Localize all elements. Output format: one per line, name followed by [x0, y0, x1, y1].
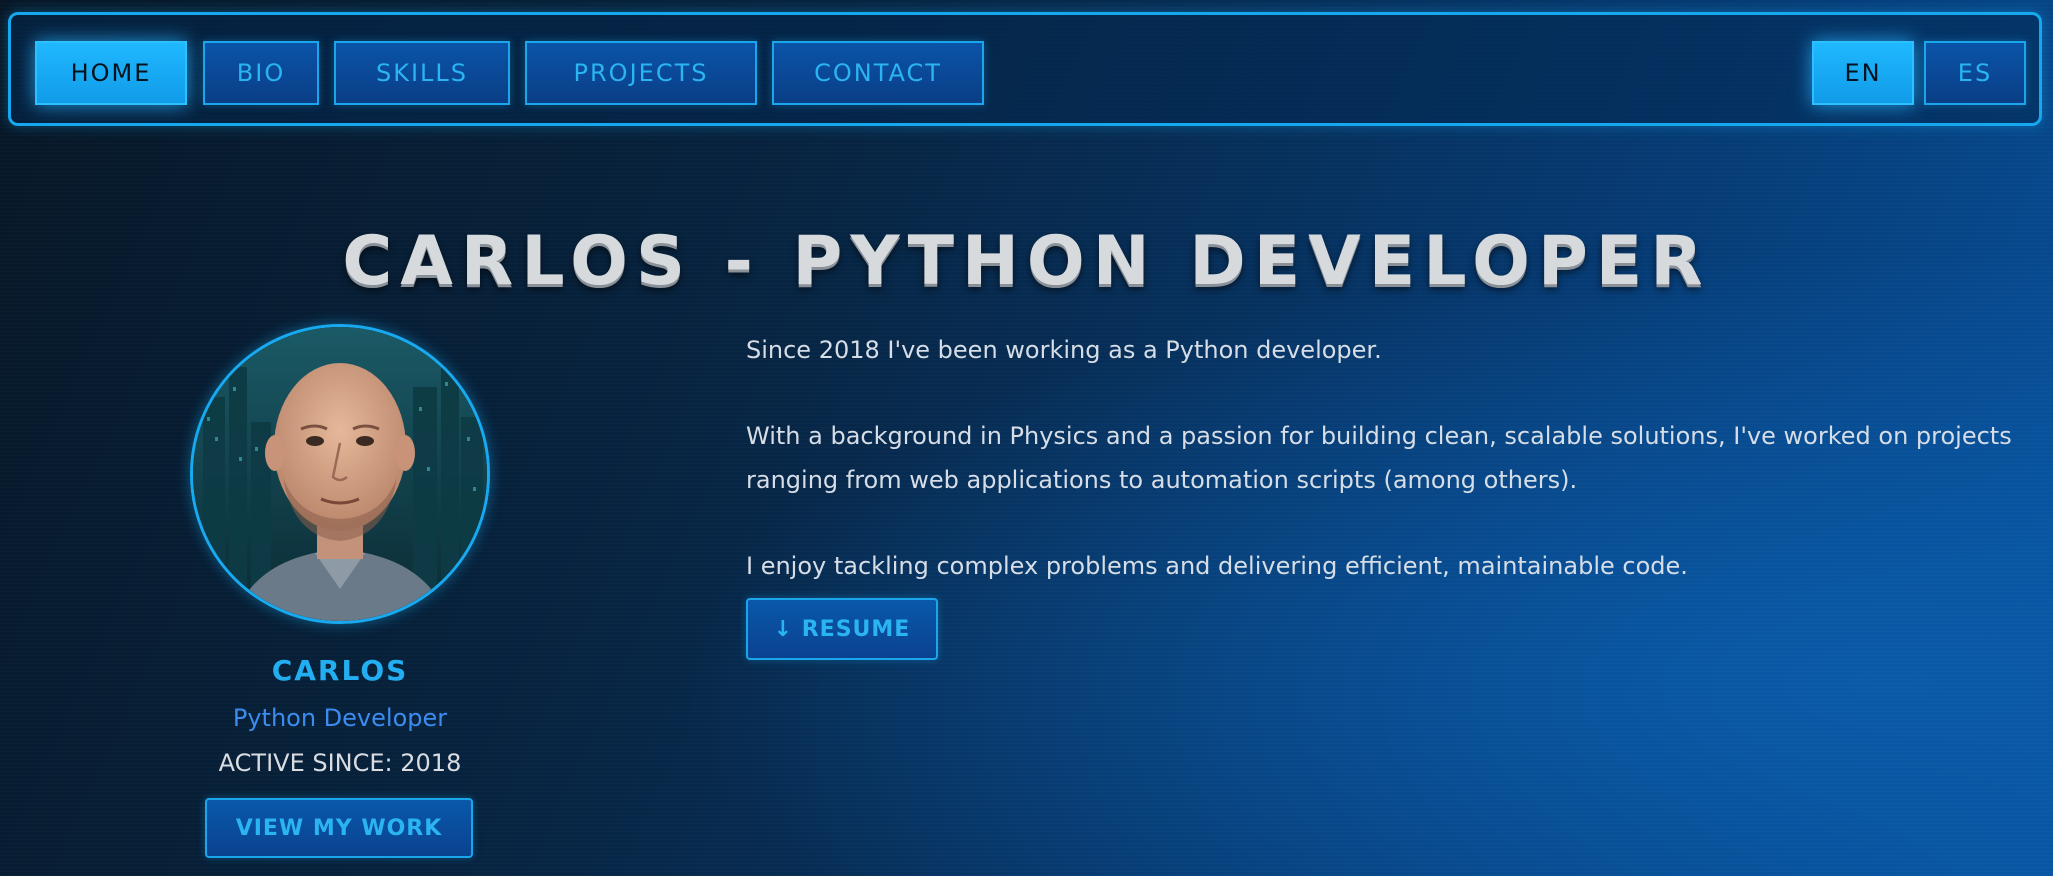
- resume-download-button[interactable]: ↓ RESUME: [746, 598, 938, 660]
- nav-home-button[interactable]: HOME: [35, 41, 187, 105]
- bio-paragraph: With a background in Physics and a passi…: [746, 422, 2012, 494]
- page-title: CARLOS - PYTHON DEVELOPER: [342, 221, 1711, 301]
- bio-paragraph: Since 2018 I've been working as a Python…: [746, 336, 1382, 364]
- avatar: [190, 324, 490, 624]
- nav-bio-button[interactable]: BIO: [203, 41, 319, 105]
- page: HOME BIO SKILLS PROJECTS CONTACT EN ES C…: [0, 0, 2053, 876]
- language-es-button[interactable]: ES: [1924, 41, 2026, 105]
- nav-skills-button[interactable]: SKILLS: [334, 41, 510, 105]
- view-my-work-button[interactable]: VIEW MY WORK: [205, 798, 473, 858]
- top-navbar: HOME BIO SKILLS PROJECTS CONTACT EN ES: [8, 12, 2042, 126]
- bio-paragraph: I enjoy tackling complex problems and de…: [746, 552, 1688, 580]
- nav-contact-button[interactable]: CONTACT: [772, 41, 984, 105]
- language-en-button[interactable]: EN: [1812, 41, 1914, 105]
- profile-name: CARLOS: [271, 654, 409, 687]
- bio-text: Since 2018 I've been working as a Python…: [746, 328, 2036, 588]
- profile-role: Python Developer: [232, 704, 448, 732]
- nav-projects-button[interactable]: PROJECTS: [525, 41, 757, 105]
- profile-active-since: ACTIVE SINCE: 2018: [218, 749, 462, 777]
- avatar-photo: [193, 327, 487, 621]
